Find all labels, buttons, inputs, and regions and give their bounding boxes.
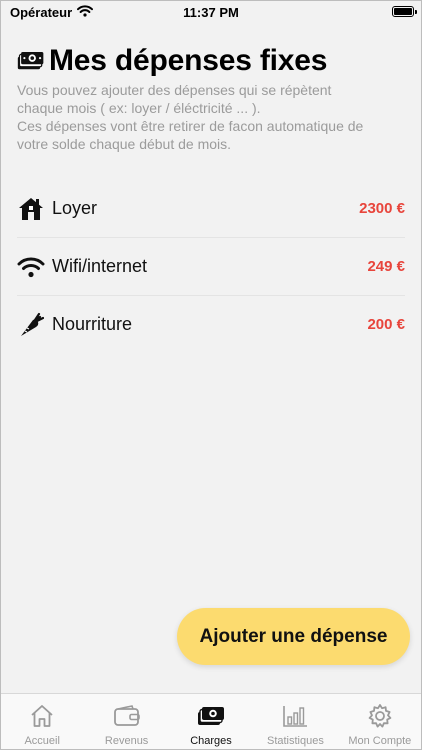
carrot-icon [17, 311, 45, 339]
expense-row-wifi[interactable]: Wifi/internet 249 € [17, 238, 405, 296]
expense-row-loyer[interactable]: Loyer 2300 € [17, 180, 405, 238]
description-line: votre solde chaque début de mois. [17, 136, 232, 152]
money-icon [197, 702, 225, 730]
page-header: Mes dépenses fixes [17, 44, 327, 78]
gear-icon [366, 702, 394, 730]
tab-label: Statistiques [266, 735, 324, 747]
tab-label: Charges [190, 735, 232, 747]
page-title: Mes dépenses fixes [49, 44, 328, 77]
wallet-icon [113, 702, 141, 730]
money-icon [17, 47, 45, 75]
battery-icon [392, 6, 417, 17]
expense-label: Loyer [52, 198, 98, 218]
expense-label: Nourriture [52, 314, 133, 334]
tab-label: Revenus [104, 735, 149, 747]
tab-mon-compte[interactable]: Mon Compte [338, 694, 422, 750]
bar-chart-icon [281, 702, 309, 730]
status-bar: Opérateur 11:37 PM [0, 0, 422, 26]
wifi-icon [17, 253, 45, 281]
add-expense-button[interactable]: Ajouter une dépense [177, 608, 410, 665]
page-description: Vous pouvez ajouter des dépenses qui se … [17, 81, 409, 153]
tab-label: Mon Compte [348, 735, 412, 747]
expense-amount: 200 € [367, 316, 405, 333]
expense-row-nourriture[interactable]: Nourriture 200 € [17, 296, 405, 353]
description-line: Vous pouvez ajouter des dépenses qui se … [17, 82, 332, 98]
tab-revenus[interactable]: Revenus [84, 694, 168, 750]
tab-statistiques[interactable]: Statistiques [253, 694, 337, 750]
tab-bar: Accueil Revenus Charges Statistiques Mon… [0, 693, 422, 750]
home-icon [17, 195, 45, 223]
expense-list: Loyer 2300 € Wifi/internet 249 € Nourrit… [17, 180, 405, 353]
expense-amount: 2300 € [359, 200, 405, 217]
tab-accueil[interactable]: Accueil [0, 694, 84, 750]
description-line: chaque mois ( ex: loyer / éléctricité ..… [17, 100, 261, 116]
tab-label: Accueil [24, 735, 60, 747]
description-line: Ces dépenses vont être retirer de facon … [17, 118, 364, 134]
status-time: 11:37 PM [183, 5, 239, 20]
expense-amount: 249 € [367, 258, 405, 275]
tab-charges[interactable]: Charges [169, 694, 253, 750]
expense-label: Wifi/internet [52, 256, 148, 276]
home-icon [28, 702, 56, 730]
